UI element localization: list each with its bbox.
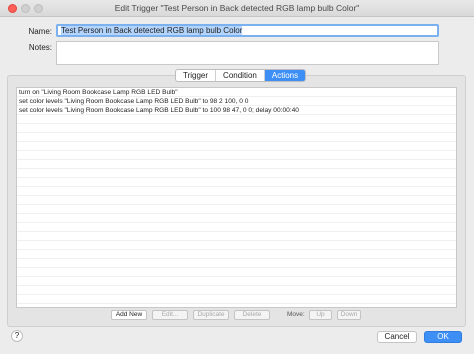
empty-row — [17, 178, 456, 187]
tab-trigger[interactable]: Trigger — [176, 70, 217, 81]
name-label: Name: — [28, 27, 52, 36]
empty-row — [17, 277, 456, 286]
list-item[interactable]: turn on "Living Room Bookcase Lamp RGB L… — [17, 88, 456, 97]
notes-label: Notes: — [28, 43, 52, 52]
add-new-button[interactable]: Add New — [111, 310, 147, 320]
help-icon[interactable]: ? — [11, 330, 23, 342]
list-item[interactable]: set color levels "Living Room Bookcase L… — [17, 106, 456, 115]
delete-button[interactable]: Delete — [234, 310, 270, 320]
empty-row — [17, 295, 456, 304]
empty-row — [17, 250, 456, 259]
empty-row — [17, 223, 456, 232]
actions-list[interactable]: turn on "Living Room Bookcase Lamp RGB L… — [16, 87, 457, 308]
list-item[interactable]: set color levels "Living Room Bookcase L… — [17, 97, 456, 106]
empty-row — [17, 151, 456, 160]
empty-row — [17, 205, 456, 214]
empty-row — [17, 232, 456, 241]
empty-row — [17, 169, 456, 178]
empty-row — [17, 241, 456, 250]
empty-row — [17, 115, 456, 124]
empty-row — [17, 142, 456, 151]
notes-field[interactable] — [56, 41, 439, 65]
tab-actions[interactable]: Actions — [264, 70, 306, 81]
cancel-button[interactable]: Cancel — [377, 331, 417, 343]
name-value: Test Person in Back detected RGB lamp bu… — [61, 26, 243, 35]
empty-row — [17, 196, 456, 205]
empty-row — [17, 133, 456, 142]
empty-row — [17, 214, 456, 223]
empty-row — [17, 259, 456, 268]
move-down-button[interactable]: Down — [337, 310, 361, 320]
empty-row — [17, 268, 456, 277]
duplicate-button[interactable]: Duplicate — [193, 310, 229, 320]
edit-trigger-window: Edit Trigger "Test Person in Back detect… — [0, 0, 474, 354]
tab-condition[interactable]: Condition — [216, 70, 265, 81]
title-bar[interactable]: Edit Trigger "Test Person in Back detect… — [0, 0, 474, 17]
move-label: Move: — [287, 311, 305, 318]
ok-button[interactable]: OK — [424, 331, 462, 343]
empty-row — [17, 160, 456, 169]
edit-button[interactable]: Edit... — [152, 310, 188, 320]
name-field[interactable]: Test Person in Back detected RGB lamp bu… — [56, 24, 439, 37]
window-title: Edit Trigger "Test Person in Back detect… — [114, 3, 360, 13]
empty-row — [17, 124, 456, 133]
tab-bar: Trigger Condition Actions — [175, 69, 307, 82]
move-up-button[interactable]: Up — [309, 310, 332, 320]
empty-row — [17, 187, 456, 196]
empty-row — [17, 286, 456, 295]
